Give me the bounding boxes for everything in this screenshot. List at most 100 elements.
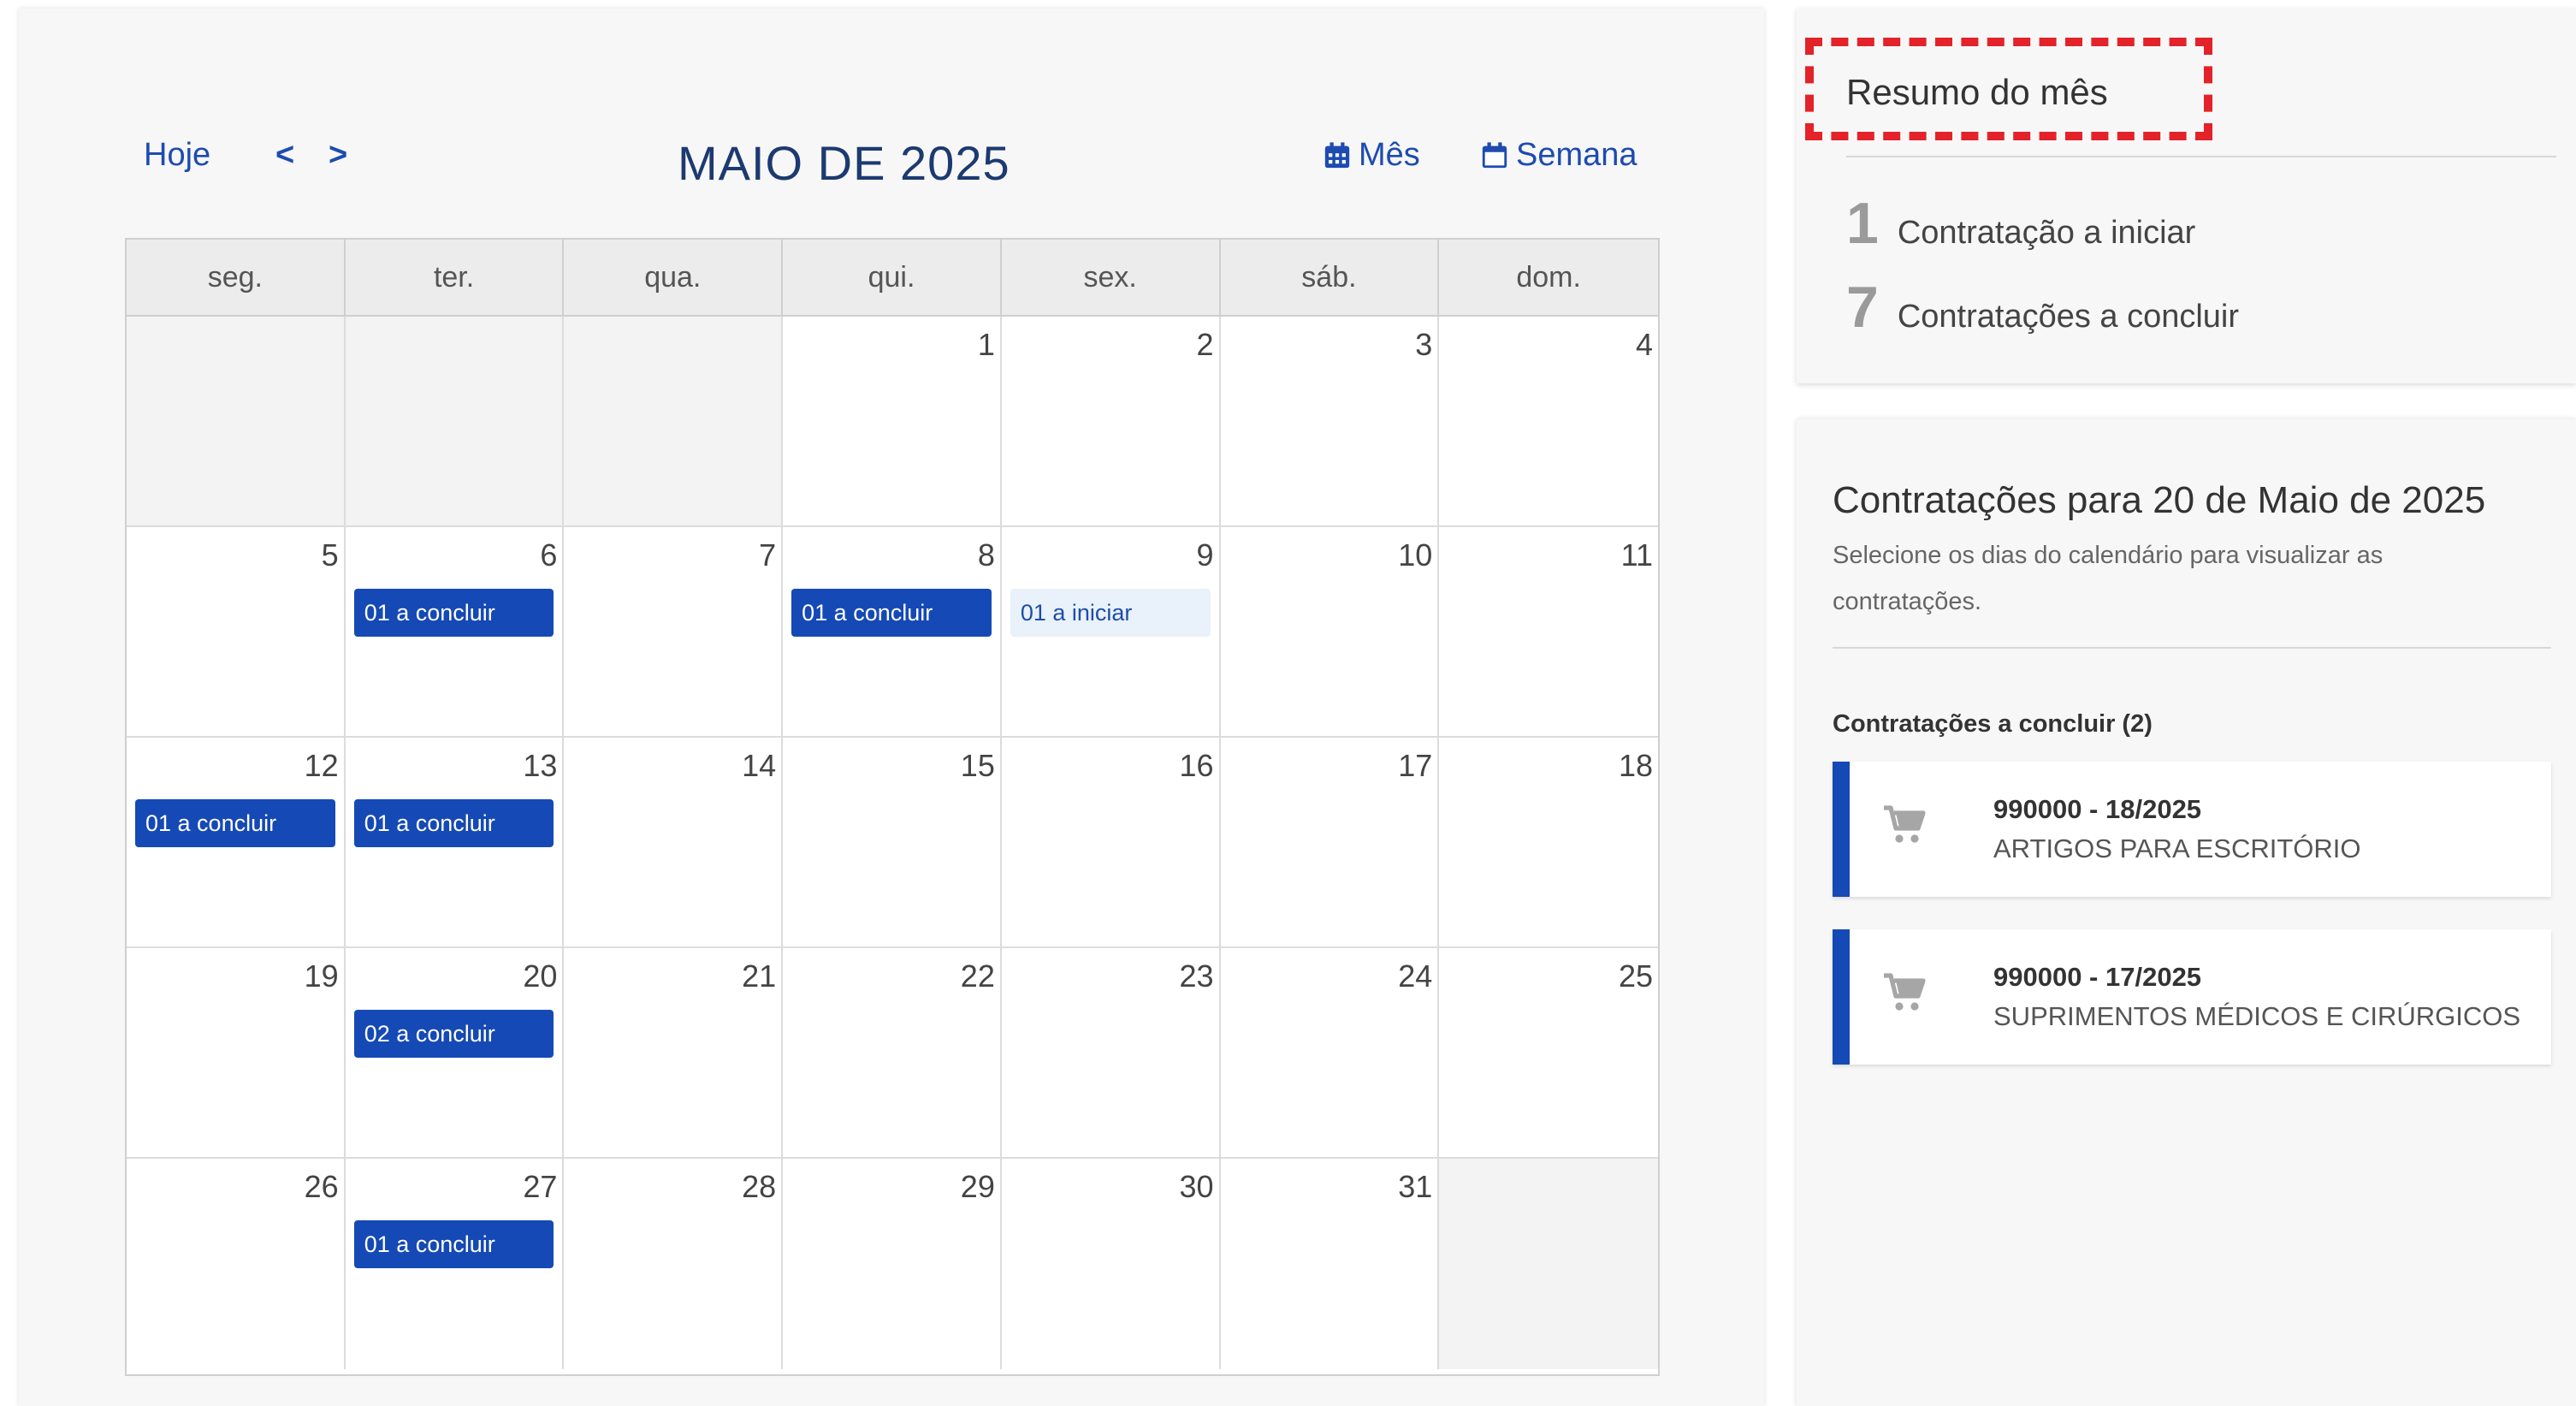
weekday-label: dom. bbox=[1516, 260, 1581, 294]
divider bbox=[1833, 647, 2551, 649]
calendar-panel: Hoje < > MAIO DE 2025 Mês Semana seg. te… bbox=[19, 9, 1764, 1406]
calendar-day-25[interactable]: 25 bbox=[1439, 948, 1658, 1159]
day-number: 6 bbox=[540, 537, 558, 572]
divider bbox=[1846, 156, 2556, 157]
next-month-button[interactable]: > bbox=[329, 137, 347, 174]
contract-code: 990000 - 18/2025 bbox=[1993, 794, 2202, 824]
calendar-day-17[interactable]: 17 bbox=[1220, 738, 1440, 948]
calendar-day-empty bbox=[1439, 1159, 1658, 1369]
weekday-label: sex. bbox=[1002, 240, 1221, 315]
day-number: 20 bbox=[523, 958, 558, 994]
day-number: 11 bbox=[1620, 537, 1653, 572]
prev-month-button[interactable]: < bbox=[275, 137, 294, 174]
contracts-description: Selecione os dias do calendário para vis… bbox=[1833, 542, 2384, 615]
day-number: 21 bbox=[742, 958, 777, 994]
contract-item[interactable]: 990000 - 18/2025 ARTIGOS PARA ESCRITÓRIO bbox=[1833, 762, 2551, 897]
view-month-label: Mês bbox=[1359, 137, 1420, 173]
day-number: 15 bbox=[960, 748, 995, 783]
calendar-title: MAIO DE 2025 bbox=[678, 136, 1010, 190]
calendar-day-30[interactable]: 30 bbox=[1001, 1159, 1221, 1369]
day-number: 14 bbox=[742, 748, 777, 783]
calendar-day-22[interactable]: 22 bbox=[783, 948, 1002, 1159]
calendar-day-16[interactable]: 16 bbox=[1001, 738, 1221, 948]
day-number: 25 bbox=[1618, 958, 1653, 994]
today-button[interactable]: Hoje bbox=[144, 137, 210, 174]
calendar-day-28[interactable]: 28 bbox=[564, 1159, 784, 1369]
contract-code: 990000 - 17/2025 bbox=[1993, 962, 2202, 992]
day-number: 31 bbox=[1398, 1169, 1433, 1204]
calendar-toolbar: Hoje < > MAIO DE 2025 Mês Semana bbox=[19, 9, 1764, 222]
calendar-grid-icon bbox=[1324, 141, 1350, 168]
calendar-day-6[interactable]: 6 01 a concluir bbox=[345, 527, 565, 738]
calendar-day-empty bbox=[564, 317, 784, 527]
summary-count: 1 bbox=[1846, 191, 1879, 256]
day-number: 28 bbox=[742, 1169, 777, 1204]
calendar-day-24[interactable]: 24 bbox=[1220, 948, 1440, 1159]
day-number: 19 bbox=[304, 958, 339, 994]
month-summary-card: Resumo do mês 1 Contratação a iniciar 7 … bbox=[1797, 9, 2576, 383]
calendar-day-11[interactable]: 11 bbox=[1439, 527, 1658, 738]
event-to-conclude[interactable]: 01 a concluir bbox=[353, 589, 554, 637]
day-number: 23 bbox=[1179, 958, 1214, 994]
calendar-day-27[interactable]: 27 01 a concluir bbox=[345, 1159, 565, 1369]
calendar-day-3[interactable]: 3 bbox=[1220, 317, 1440, 527]
weekday-label: sáb. bbox=[1221, 240, 1440, 315]
calendar-day-8[interactable]: 8 01 a concluir bbox=[783, 527, 1002, 738]
calendar-day-7[interactable]: 7 bbox=[564, 527, 784, 738]
event-to-start[interactable]: 01 a iniciar bbox=[1010, 589, 1211, 637]
day-number: 1 bbox=[977, 327, 995, 362]
calendar-day-empty bbox=[127, 317, 346, 527]
day-number: 4 bbox=[1635, 327, 1653, 362]
view-week-label: Semana bbox=[1516, 137, 1637, 173]
day-number: 18 bbox=[1618, 748, 1653, 783]
contract-item[interactable]: 990000 - 17/2025 SUPRIMENTOS MÉDICOS E C… bbox=[1833, 929, 2551, 1065]
calendar-day-14[interactable]: 14 bbox=[564, 738, 784, 948]
cart-icon bbox=[1884, 805, 1926, 843]
calendar-day-26[interactable]: 26 bbox=[127, 1159, 346, 1369]
calendar-day-12[interactable]: 12 01 a concluir bbox=[127, 738, 346, 948]
summary-label: Contratações a concluir bbox=[1897, 299, 2240, 335]
day-number: 2 bbox=[1196, 327, 1214, 362]
cart-icon bbox=[1884, 973, 1926, 1011]
event-to-conclude[interactable]: 01 a concluir bbox=[353, 1220, 554, 1268]
calendar-day-15[interactable]: 15 bbox=[783, 738, 1002, 948]
calendar-day-5[interactable]: 5 bbox=[127, 527, 346, 738]
calendar-day-18[interactable]: 18 bbox=[1439, 738, 1658, 948]
calendar-day-9[interactable]: 9 01 a iniciar bbox=[1001, 527, 1221, 738]
day-number: 9 bbox=[1196, 537, 1214, 572]
event-to-conclude[interactable]: 02 a concluir bbox=[353, 1010, 554, 1058]
view-week-button[interactable]: Semana bbox=[1480, 137, 1637, 174]
calendar-day-2[interactable]: 2 bbox=[1001, 317, 1221, 527]
day-number: 7 bbox=[759, 537, 777, 572]
calendar-day-31[interactable]: 31 bbox=[1220, 1159, 1440, 1369]
calendar-day-20[interactable]: 20 02 a concluir bbox=[345, 948, 565, 1159]
day-number: 10 bbox=[1398, 537, 1433, 572]
calendar-day-23[interactable]: 23 bbox=[1001, 948, 1221, 1159]
calendar-day-13[interactable]: 13 01 a concluir bbox=[345, 738, 565, 948]
calendar-day-10[interactable]: 10 bbox=[1220, 527, 1440, 738]
day-number: 8 bbox=[977, 537, 995, 572]
weekday-label: seg. bbox=[127, 240, 346, 315]
summary-title: Resumo do mês bbox=[1846, 72, 2108, 112]
event-to-conclude[interactable]: 01 a concluir bbox=[353, 799, 554, 847]
event-to-conclude[interactable]: 01 a concluir bbox=[791, 589, 992, 637]
contract-description: SUPRIMENTOS MÉDICOS E CIRÚRGICOS bbox=[1993, 1001, 2521, 1031]
contracts-card: Contratações para 20 de Maio de 2025 Sel… bbox=[1797, 419, 2576, 1406]
calendar-day-1[interactable]: 1 bbox=[783, 317, 1002, 527]
event-to-conclude[interactable]: 01 a concluir bbox=[135, 799, 335, 847]
calendar-day-21[interactable]: 21 bbox=[564, 948, 784, 1159]
calendar-day-4[interactable]: 4 bbox=[1439, 317, 1658, 527]
calendar-day-19[interactable]: 19 bbox=[127, 948, 346, 1159]
day-number: 5 bbox=[321, 537, 339, 572]
calendar-day-29[interactable]: 29 bbox=[783, 1159, 1002, 1369]
calendar-grid: seg. ter. qua. qui. sex. sáb. dom. 12345… bbox=[125, 238, 1660, 1376]
weekday-label: ter. bbox=[346, 240, 565, 315]
day-number: 30 bbox=[1179, 1169, 1214, 1204]
calendar-icon bbox=[1482, 141, 1507, 168]
day-number: 3 bbox=[1415, 327, 1433, 362]
summary-label: Contratação a iniciar bbox=[1897, 215, 2196, 251]
view-month-button[interactable]: Mês bbox=[1323, 137, 1420, 174]
contracts-subtitle: Contratações a concluir (2) bbox=[1833, 710, 2153, 738]
day-number: 17 bbox=[1398, 748, 1433, 783]
day-number: 24 bbox=[1398, 958, 1433, 994]
